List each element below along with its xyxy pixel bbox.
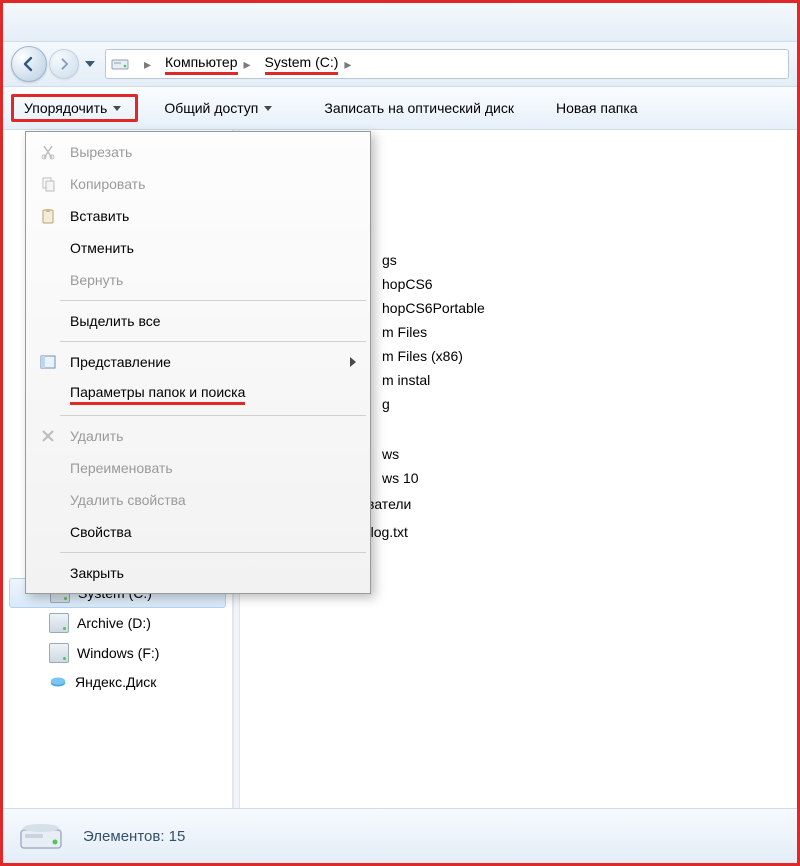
menu-layout[interactable]: Представление (28, 346, 368, 378)
list-item[interactable]: m instal (376, 368, 789, 392)
menu-rename[interactable]: Переименовать (28, 452, 368, 484)
chevron-right-icon: ▸ (344, 56, 351, 73)
organize-label: Упорядочить (24, 100, 107, 116)
menu-close[interactable]: Закрыть (28, 557, 368, 589)
share-label: Общий доступ (164, 100, 258, 116)
copy-icon (38, 174, 58, 194)
menu-properties[interactable]: Свойства (28, 516, 368, 548)
list-item[interactable]: gs (376, 248, 789, 272)
layout-icon (38, 352, 58, 372)
submenu-arrow-icon (350, 357, 356, 367)
new-folder-label: Новая папка (556, 100, 638, 116)
sidebar-item-yandex-disk[interactable]: Яндекс.Диск (3, 668, 232, 696)
breadcrumb-system-c[interactable]: System (C:)▸ (261, 54, 362, 75)
menu-separator (60, 552, 366, 553)
forward-button[interactable] (49, 49, 79, 79)
chevron-right-icon: ▸ (144, 56, 151, 73)
list-item[interactable]: ws (376, 442, 789, 466)
menu-select-all[interactable]: Выделить все (28, 305, 368, 337)
yandex-disk-icon (49, 673, 67, 691)
drive-icon (49, 643, 69, 663)
list-item[interactable]: hopCS6 (376, 272, 789, 296)
organize-menu: Вырезать Копировать Вставить Отменить Ве… (25, 131, 371, 594)
menu-undo[interactable]: Отменить (28, 232, 368, 264)
list-item[interactable]: ws 10 (376, 466, 789, 490)
list-item[interactable]: m Files (376, 320, 789, 344)
menu-delete[interactable]: Удалить (28, 420, 368, 452)
history-dropdown[interactable] (85, 61, 95, 67)
menu-folder-options[interactable]: Параметры папок и поиска (28, 378, 368, 411)
burn-label: Записать на оптический диск (324, 100, 514, 116)
menu-paste[interactable]: Вставить (28, 200, 368, 232)
sidebar-label: Archive (D:) (77, 615, 151, 631)
sidebar-item-archive-d[interactable]: Archive (D:) (3, 608, 232, 638)
drive-icon (49, 613, 69, 633)
paste-icon (38, 206, 58, 226)
menu-remove-props[interactable]: Удалить свойства (28, 484, 368, 516)
menu-cut[interactable]: Вырезать (28, 136, 368, 168)
explorer-window: ▸ Компьютер▸ System (C:)▸ Упорядочить Об… (0, 0, 800, 866)
list-item[interactable]: m Files (x86) (376, 344, 789, 368)
sidebar-label: Яндекс.Диск (75, 674, 156, 690)
list-item[interactable]: hopCS6Portable (376, 296, 789, 320)
status-text: Элементов: 15 (83, 828, 185, 845)
nav-bar: ▸ Компьютер▸ System (C:)▸ (3, 41, 797, 87)
burn-button[interactable]: Записать на оптический диск (312, 94, 526, 122)
chevron-right-icon: ▸ (244, 56, 251, 73)
breadcrumb-computer[interactable]: Компьютер▸ (161, 54, 261, 75)
menu-separator (60, 341, 366, 342)
menu-separator (60, 415, 366, 416)
cut-icon (38, 142, 58, 162)
address-bar[interactable]: ▸ Компьютер▸ System (C:)▸ (105, 49, 789, 79)
share-button[interactable]: Общий доступ (152, 94, 284, 122)
back-button[interactable] (11, 46, 47, 82)
menu-separator (60, 300, 366, 301)
drive-large-icon (17, 816, 65, 856)
sidebar-label: Windows (F:) (77, 645, 159, 661)
organize-button[interactable]: Упорядочить (11, 94, 138, 122)
delete-icon (38, 426, 58, 446)
titlebar (3, 3, 797, 41)
list-item[interactable]: g (376, 392, 789, 416)
caret-down-icon (264, 106, 272, 111)
command-bar: Упорядочить Общий доступ Записать на опт… (3, 87, 797, 130)
sidebar-item-windows-f[interactable]: Windows (F:) (3, 638, 232, 668)
menu-copy[interactable]: Копировать (28, 168, 368, 200)
new-folder-button[interactable]: Новая папка (544, 94, 650, 122)
drive-icon (110, 54, 130, 74)
menu-redo[interactable]: Вернуть (28, 264, 368, 296)
status-bar: Элементов: 15 (3, 808, 797, 863)
caret-down-icon (113, 106, 121, 111)
